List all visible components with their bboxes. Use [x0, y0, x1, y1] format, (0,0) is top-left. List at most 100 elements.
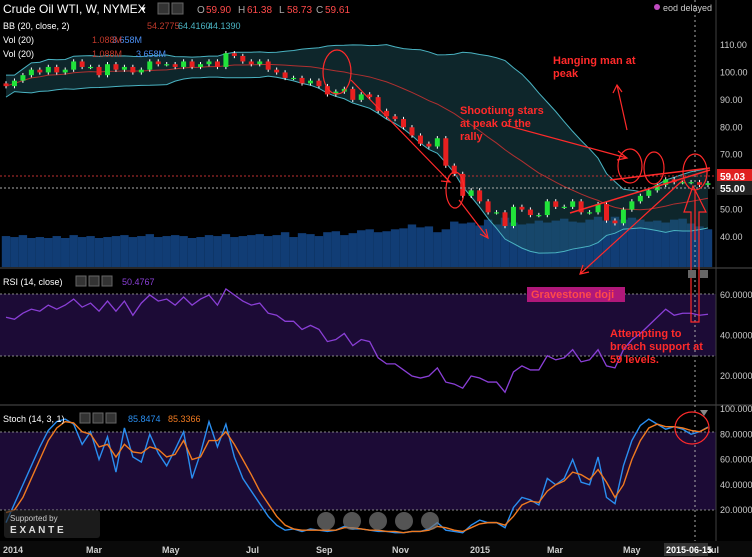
rsi-close-icon[interactable]	[101, 275, 113, 287]
y-tick-label: 50.00	[720, 205, 743, 215]
candle-body	[401, 119, 407, 128]
volume-bar	[154, 237, 163, 267]
candle-body	[37, 69, 43, 73]
ohlc-o-value: 59.90	[206, 5, 231, 16]
stoch-settings-icon[interactable]	[79, 412, 91, 424]
stoch-legend-d: 85.3366	[168, 414, 201, 424]
annotation-gravestone[interactable]: Gravestone doji	[531, 289, 614, 301]
volume-bar	[280, 232, 290, 267]
candle-body	[316, 80, 322, 87]
volume-bar	[86, 236, 95, 267]
candle-body	[147, 61, 153, 70]
candle-body	[198, 64, 204, 67]
volume-bar	[306, 234, 315, 267]
volume-bar	[213, 236, 222, 267]
volume-bar	[433, 232, 442, 267]
stoch-legend-label[interactable]: Stoch (14, 3, 1)	[3, 414, 65, 424]
candle-body	[697, 182, 703, 185]
volume-bar	[348, 233, 357, 267]
volume-bar	[10, 237, 19, 267]
stoch-close-icon[interactable]	[105, 412, 117, 424]
volume-bar	[120, 235, 129, 267]
candle-body	[282, 72, 288, 78]
volume-bar	[196, 237, 205, 267]
y-tick-label: 20.0000	[720, 505, 752, 515]
rsi-legend-label[interactable]: RSI (14, close)	[3, 277, 63, 287]
stoch-marker-icon	[421, 512, 439, 530]
stoch-marker-icon	[395, 512, 413, 530]
candle-body	[417, 135, 423, 144]
candle-body	[206, 61, 212, 65]
candle-body	[79, 61, 85, 67]
bb-legend-label[interactable]: BB (20, close, 2)	[3, 21, 70, 31]
ohlc-l-label: L	[279, 5, 285, 16]
volume-bar	[103, 237, 112, 267]
y-axis-ticks: 110.00100.0090.0080.0070.0060.0050.0040.…	[720, 40, 752, 515]
y-tick-label: 60.0000	[720, 290, 752, 300]
candle-body	[240, 55, 246, 62]
volume-bar	[399, 228, 408, 267]
y-tick-label: 40.0000	[720, 331, 752, 341]
volume-bar	[424, 226, 434, 267]
candle-body	[307, 80, 313, 84]
pane-close-icon[interactable]	[700, 270, 708, 278]
volume-bar	[297, 233, 307, 267]
candle-body	[214, 61, 220, 67]
candle-body	[468, 190, 474, 196]
volume-bar	[483, 219, 493, 267]
candle-body	[477, 190, 483, 202]
candle-body	[274, 69, 280, 73]
volume-bar	[323, 232, 332, 267]
candle-body	[604, 204, 610, 221]
volume-bar	[230, 237, 239, 267]
y-tick-label: 20.0000	[720, 371, 752, 381]
candle-body	[248, 61, 254, 65]
candle-body	[553, 201, 559, 207]
volume-bar	[170, 235, 180, 267]
volume-bar	[204, 235, 214, 267]
rsi-visibility-icon[interactable]	[88, 275, 100, 287]
volume-bar	[35, 237, 45, 267]
volume-bar	[314, 236, 324, 267]
delay-dot-icon	[654, 4, 660, 10]
header-settings-icon[interactable]	[157, 2, 170, 15]
symbol-title[interactable]: Crude Oil WTI, W, NYMEX	[3, 2, 146, 16]
candle-body	[494, 212, 500, 214]
rsi-band-bg	[0, 294, 716, 356]
rsi-legend-value: 50.4767	[122, 277, 155, 287]
y-tick-label: 70.00	[720, 150, 743, 160]
candle-body	[88, 66, 94, 69]
pane-maximize-icon[interactable]	[688, 270, 696, 278]
candle-body	[519, 206, 525, 210]
ohlc-l-value: 58.73	[287, 5, 312, 16]
header-visibility-icon[interactable]	[171, 2, 184, 15]
x-tick-label: May	[623, 545, 641, 555]
volume-bar	[187, 238, 197, 267]
dropdown-caret-icon[interactable]: ▾	[141, 4, 146, 14]
x-tick-label: Mar	[547, 545, 564, 555]
vol1-legend-label[interactable]: Vol (20)	[3, 35, 34, 45]
x-tick-label: May	[162, 545, 180, 555]
volume-bar	[340, 235, 349, 267]
candle-body	[104, 64, 110, 76]
vol2-legend-label[interactable]: Vol (20)	[3, 49, 34, 59]
ohlc-o-label: O	[197, 5, 205, 16]
ohlc-c-label: C	[316, 5, 323, 16]
watermark-line1: Supported by	[10, 514, 58, 523]
y-tick-label: 100.00	[720, 67, 748, 77]
candle-body	[231, 53, 237, 56]
rsi-settings-icon[interactable]	[75, 275, 87, 287]
candle-body	[265, 61, 271, 70]
candle-body	[189, 61, 195, 67]
volume-bar	[466, 222, 476, 267]
volume-bar	[238, 236, 248, 267]
bb-legend-v2: 64.4160	[178, 21, 211, 31]
candle-body	[223, 53, 229, 67]
stoch-legend-k: 85.8474	[128, 414, 161, 424]
volume-bar	[1, 236, 11, 267]
candle-body	[299, 77, 305, 84]
candle-body	[181, 61, 187, 67]
stoch-visibility-icon[interactable]	[92, 412, 104, 424]
support-badge: 55.00	[720, 184, 745, 195]
candle-body	[392, 116, 398, 120]
